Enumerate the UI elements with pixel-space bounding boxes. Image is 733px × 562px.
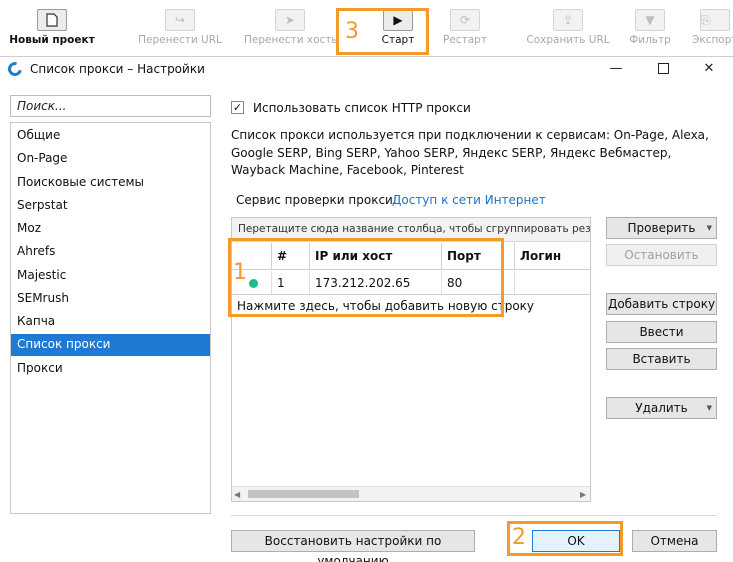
callout-number-2: 2: [512, 525, 526, 550]
add-new-row-hint[interactable]: Нажмите здесь, чтобы добавить новую стро…: [237, 299, 534, 313]
add-row-button[interactable]: Добавить строку: [606, 293, 717, 315]
export-button[interactable]: ⎘ Экспорт: [692, 4, 733, 52]
nav-item-proxy-list[interactable]: Список прокси: [11, 334, 210, 356]
add-row-label: Добавить строку: [607, 297, 716, 311]
grid-header: # IP или хост Порт Логин: [232, 243, 590, 270]
callout-number-3: 3: [345, 19, 359, 44]
port-cell[interactable]: 80: [442, 271, 515, 294]
scroll-right-icon[interactable]: ▶: [580, 490, 586, 499]
filter-icon: ▼: [635, 9, 665, 31]
horizontal-scrollbar[interactable]: ◀ ▶: [232, 486, 590, 501]
filter-label: Фильтр: [629, 34, 671, 46]
refresh-icon: ⟳: [450, 9, 480, 31]
nav-item-search-engines[interactable]: Поисковые системы: [11, 172, 210, 194]
table-row[interactable]: 1 173.212.202.65 80: [232, 271, 590, 295]
check-service-label: Сервис проверки прокси:: [236, 193, 397, 207]
nav-item-majestic[interactable]: Majestic: [11, 265, 210, 287]
new-project-label: Новый проект: [9, 34, 95, 46]
transfer-hosts-label: Перенести хосты: [244, 34, 336, 46]
stop-button[interactable]: Остановить: [606, 244, 717, 266]
window-titlebar: Список прокси – Настройки — ✕: [0, 57, 733, 83]
transfer-hosts-button[interactable]: ➤ Перенести хосты: [244, 4, 336, 52]
proxy-grid: Перетащите сюда название столбца, чтобы …: [231, 217, 591, 502]
row-number-cell[interactable]: 1: [272, 271, 310, 294]
chevron-down-icon: ▼: [706, 224, 712, 232]
callout-number-1: 1: [233, 260, 247, 285]
window-title: Список прокси – Настройки: [30, 62, 205, 76]
send-arrow-icon: ➤: [275, 9, 305, 31]
column-header-port[interactable]: Порт: [442, 243, 515, 269]
status-dot-icon: [249, 279, 258, 288]
delete-label: Удалить: [635, 401, 688, 415]
check-proxy-label: Проверить: [627, 221, 696, 235]
paste-label: Вставить: [632, 352, 691, 366]
ok-button[interactable]: OK: [532, 530, 620, 552]
paste-button[interactable]: Вставить: [606, 348, 717, 370]
proxy-description: Список прокси используется при подключен…: [231, 128, 709, 177]
export-label: Экспорт: [692, 34, 733, 46]
use-proxy-list-label[interactable]: Использовать список HTTP прокси: [253, 101, 471, 115]
cancel-button[interactable]: Отмена: [632, 530, 717, 552]
chevron-down-icon: ▼: [706, 404, 712, 412]
column-header-host[interactable]: IP или хост: [310, 243, 442, 269]
column-header-login[interactable]: Логин: [515, 243, 590, 269]
nav-item-moz[interactable]: Moz: [11, 218, 210, 240]
restart-label: Рестарт: [443, 34, 487, 46]
export-icon: ⎘: [700, 9, 730, 31]
nav-item-serpstat[interactable]: Serpstat: [11, 195, 210, 217]
save-url-label: Сохранить URL: [526, 34, 610, 46]
save-url-button[interactable]: ⇪ Сохранить URL: [524, 4, 612, 52]
nav-item-general[interactable]: Общие: [11, 125, 210, 147]
settings-window: Список прокси – Настройки — ✕ Общие On-P…: [0, 56, 733, 562]
new-document-icon: [37, 9, 67, 31]
manual-entry-button[interactable]: Ввести вручную...: [606, 321, 717, 359]
scroll-thumb[interactable]: [248, 490, 359, 498]
upload-icon: ⇪: [553, 9, 583, 31]
reset-defaults-button[interactable]: Восстановить настройки по умолчанию: [231, 530, 475, 562]
delete-button[interactable]: Удалить ▼: [606, 397, 717, 419]
settings-nav: Общие On-Page Поисковые системы Serpstat…: [10, 122, 211, 514]
check-service-link[interactable]: Доступ к сети Интернет: [392, 193, 546, 207]
column-header-num[interactable]: #: [272, 243, 310, 269]
play-icon: ▶: [383, 9, 413, 31]
new-project-button[interactable]: Новый проект: [8, 4, 96, 52]
nav-item-proxies[interactable]: Прокси: [11, 358, 210, 380]
nav-item-on-page[interactable]: On-Page: [11, 148, 210, 170]
restart-button[interactable]: ⟳ Рестарт: [436, 4, 494, 52]
close-icon[interactable]: ✕: [699, 60, 719, 78]
check-proxy-button[interactable]: Проверить ▼: [606, 217, 717, 239]
settings-search-input[interactable]: [10, 95, 211, 117]
cancel-label: Отмена: [650, 534, 699, 548]
group-by-hint[interactable]: Перетащите сюда название столбца, чтобы …: [232, 218, 590, 242]
start-button[interactable]: ▶ Старт: [368, 4, 428, 52]
host-cell[interactable]: 173.212.202.65: [310, 271, 442, 294]
reset-defaults-label: Восстановить настройки по умолчанию: [264, 534, 442, 562]
scroll-left-icon[interactable]: ◀: [234, 490, 240, 499]
stop-label: Остановить: [624, 248, 699, 262]
filter-button[interactable]: ▼ Фильтр: [622, 4, 678, 52]
app-logo-icon: [5, 59, 25, 79]
minimize-icon[interactable]: —: [606, 60, 626, 78]
nav-item-ahrefs[interactable]: Ahrefs: [11, 241, 210, 263]
transfer-url-label: Перенести URL: [138, 34, 222, 46]
footer-divider: [231, 515, 717, 516]
start-label: Старт: [381, 34, 415, 46]
maximize-icon[interactable]: [653, 60, 673, 78]
ok-label: OK: [567, 534, 585, 548]
forward-arrow-icon: ↪: [165, 9, 195, 31]
nav-item-captcha[interactable]: Капча: [11, 311, 210, 333]
nav-item-semrush[interactable]: SEMrush: [11, 288, 210, 310]
use-proxy-list-checkbox[interactable]: ✓: [231, 101, 244, 114]
transfer-url-button[interactable]: ↪ Перенести URL: [138, 4, 222, 52]
main-toolbar: Новый проект ↪ Перенести URL ➤ Перенести…: [0, 0, 733, 56]
login-cell[interactable]: [515, 271, 590, 294]
